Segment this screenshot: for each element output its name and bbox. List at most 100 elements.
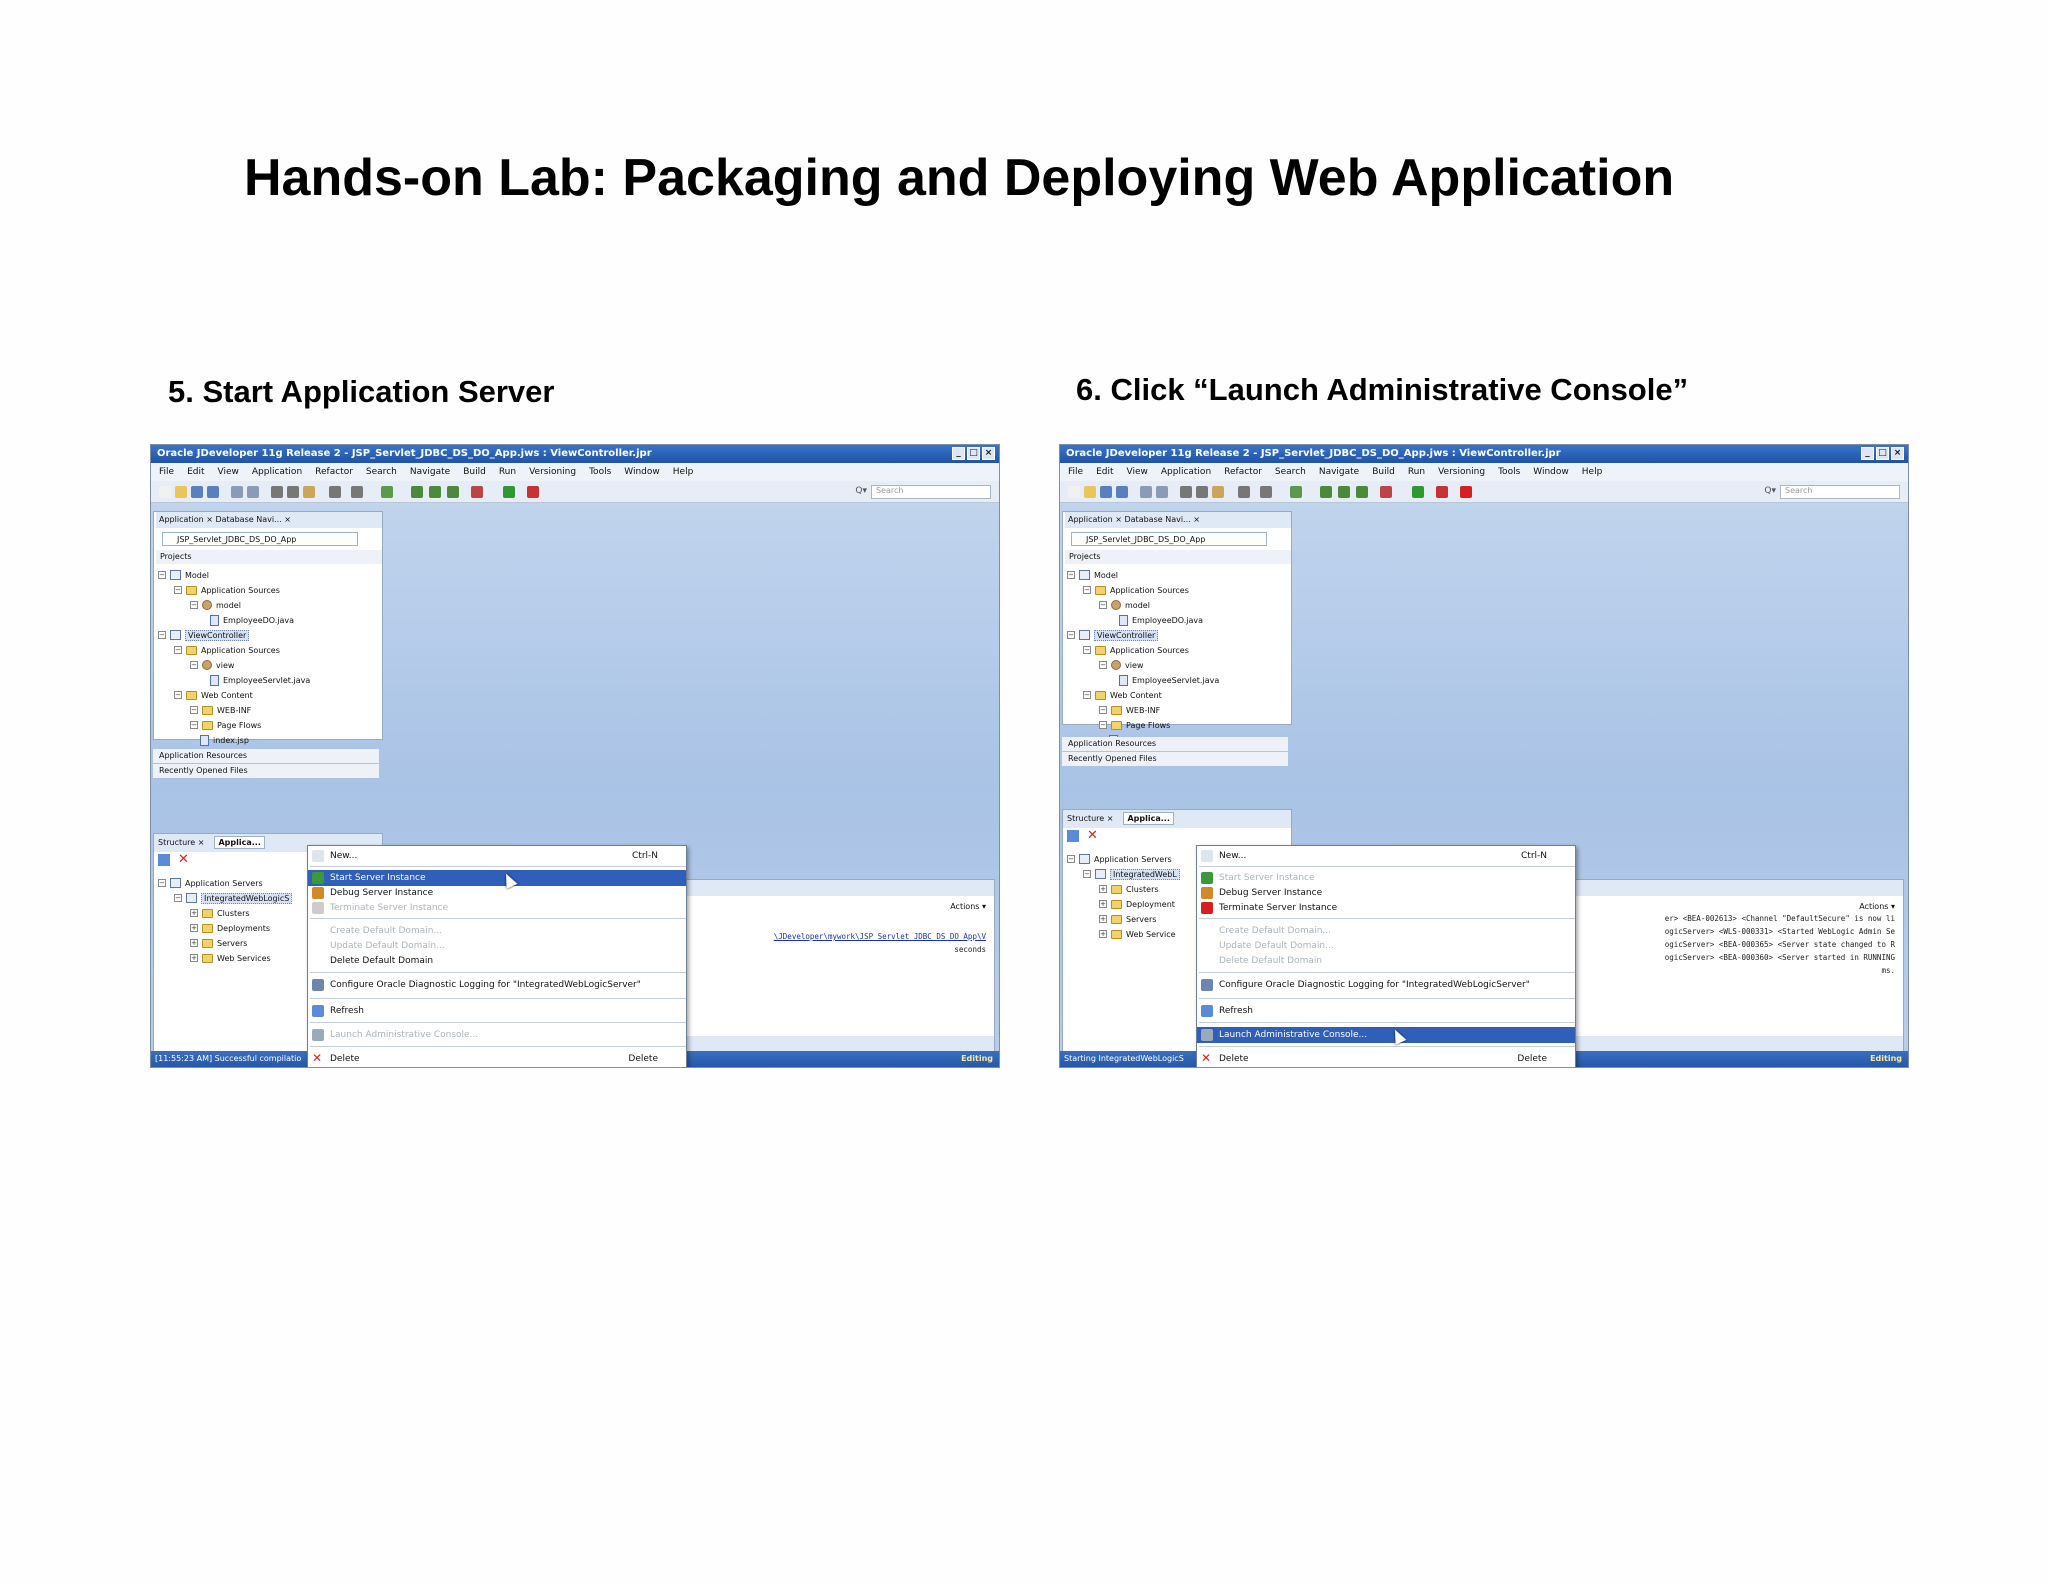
menu-tools[interactable]: Tools [1498,467,1520,481]
expand-toggle-icon[interactable]: − [190,601,198,609]
new-icon[interactable] [159,486,171,498]
save-all-icon[interactable] [207,486,219,498]
close-icon[interactable]: × [982,447,995,460]
search-input[interactable]: Search [1780,485,1900,499]
redo-icon[interactable] [247,486,259,498]
delete-icon[interactable]: ✕ [178,853,190,866]
application-selector[interactable]: JSP_Servlet_JDBC_DS_DO_App [1071,532,1267,546]
expand-toggle-icon[interactable]: − [1099,601,1107,609]
menu-item-refresh[interactable]: Refresh [308,1003,686,1019]
menu-item-debug-server-instance[interactable]: Debug Server Instance [308,885,686,901]
cut-icon[interactable] [271,486,283,498]
tree-node[interactable]: EmployeeDO.java [1119,613,1203,627]
minimize-icon[interactable]: _ [952,447,965,460]
expand-toggle-icon[interactable]: + [1099,900,1107,908]
tree-node[interactable]: − Application Sources [1083,583,1189,597]
redo-icon[interactable] [1156,486,1168,498]
actions-menu[interactable]: Actions ▾ [1859,902,1895,911]
menu-window[interactable]: Window [624,467,660,481]
menu-tools[interactable]: Tools [589,467,611,481]
tree-node[interactable]: − WEB-INF [1099,703,1160,717]
menu-item-launch-administrative-console[interactable]: Launch Administrative Console... [1197,1027,1575,1043]
tree-node[interactable]: − WEB-INF [190,703,251,717]
tree-node[interactable]: − model [1099,598,1150,612]
section-recent-files[interactable]: Recently Opened Files [1062,752,1288,766]
refresh-icon[interactable] [1067,830,1079,842]
server-tree-node[interactable]: − IntegratedWebLogicS [174,891,293,905]
expand-toggle-icon[interactable]: − [190,706,198,714]
tree-node[interactable]: EmployeeServlet.java [1119,673,1219,687]
menu-versioning[interactable]: Versioning [529,467,576,481]
open-icon[interactable] [175,486,187,498]
run-icon[interactable] [1412,486,1424,498]
undo-icon[interactable] [1140,486,1152,498]
menu-item-new[interactable]: New... Ctrl-N [1197,848,1575,864]
server-tree-node[interactable]: − IntegratedWebL [1083,867,1180,881]
menu-item-update-default-domain[interactable]: Update Default Domain... [308,938,686,954]
menu-view[interactable]: View [218,467,239,481]
back-icon[interactable] [329,486,341,498]
tree-node[interactable]: − view [1099,658,1143,672]
application-selector[interactable]: JSP_Servlet_JDBC_DS_DO_App [162,532,358,546]
tree-node[interactable]: − Model [158,568,209,582]
forward-icon[interactable] [351,486,363,498]
expand-toggle-icon[interactable]: − [1067,571,1075,579]
menu-application[interactable]: Application [1161,467,1211,481]
expand-toggle-icon[interactable]: + [190,939,198,947]
server-tree-node[interactable]: + Servers [1099,912,1156,926]
expand-toggle-icon[interactable]: − [1099,721,1107,729]
back-icon[interactable] [1238,486,1250,498]
maximize-icon[interactable]: □ [967,447,980,460]
server-tree-node[interactable]: + Deployments [190,921,270,935]
minimize-icon[interactable]: _ [1861,447,1874,460]
menu-edit[interactable]: Edit [187,467,204,481]
expand-toggle-icon[interactable]: − [174,691,182,699]
menu-item-configure-oracle-diagnostic-logging-for-integratedweblogicserver[interactable]: Configure Oracle Diagnostic Logging for … [1197,977,1575,993]
rebuild-icon[interactable] [1338,486,1350,498]
tree-node[interactable]: − Web Content [174,688,253,702]
tree-node[interactable]: − model [190,598,241,612]
menu-navigate[interactable]: Navigate [1319,467,1359,481]
profile-icon[interactable] [1380,486,1392,498]
server-tree-node[interactable]: + Servers [190,936,247,950]
expand-toggle-icon[interactable]: − [190,721,198,729]
menu-navigate[interactable]: Navigate [410,467,450,481]
menu-file[interactable]: File [159,467,174,481]
structure-tab[interactable]: Structure × [158,838,204,847]
menu-run[interactable]: Run [499,467,516,481]
expand-toggle-icon[interactable]: − [1067,631,1075,639]
save-icon[interactable] [191,486,203,498]
tree-node[interactable]: EmployeeDO.java [210,613,294,627]
menu-build[interactable]: Build [1372,467,1395,481]
menu-edit[interactable]: Edit [1096,467,1113,481]
menu-item-terminate-server-instance[interactable]: Terminate Server Instance [1197,900,1575,916]
delete-icon[interactable]: ✕ [1087,829,1099,842]
server-tree-node[interactable]: − Application Servers [158,876,263,890]
navigator-tabs[interactable]: Application × Database Navi... × [156,512,382,528]
search-input[interactable]: Search [871,485,991,499]
expand-toggle-icon[interactable]: − [158,571,166,579]
navigator-tabs[interactable]: Application × Database Navi... × [1065,512,1291,528]
menu-item-start-server-instance[interactable]: Start Server Instance [308,870,686,886]
menu-refactor[interactable]: Refactor [1224,467,1262,481]
tree-node[interactable]: − Web Content [1083,688,1162,702]
build-icon[interactable] [381,486,393,498]
cut-icon[interactable] [1180,486,1192,498]
applications-tab[interactable]: Applica... [214,836,265,849]
tree-node[interactable]: − Model [1067,568,1118,582]
expand-toggle-icon[interactable]: − [158,631,166,639]
menu-file[interactable]: File [1068,467,1083,481]
server-tree-node[interactable]: + Clusters [190,906,250,920]
menu-item-update-default-domain[interactable]: Update Default Domain... [1197,938,1575,954]
expand-toggle-icon[interactable]: − [1083,691,1091,699]
menu-view[interactable]: View [1127,467,1148,481]
server-tree-node[interactable]: + Clusters [1099,882,1159,896]
maximize-icon[interactable]: □ [1876,447,1889,460]
menu-versioning[interactable]: Versioning [1438,467,1485,481]
deploy-icon[interactable] [1356,486,1368,498]
run-icon[interactable] [503,486,515,498]
menu-build[interactable]: Build [463,467,486,481]
menu-refactor[interactable]: Refactor [315,467,353,481]
expand-toggle-icon[interactable]: − [1099,706,1107,714]
debug-icon[interactable] [1436,486,1448,498]
